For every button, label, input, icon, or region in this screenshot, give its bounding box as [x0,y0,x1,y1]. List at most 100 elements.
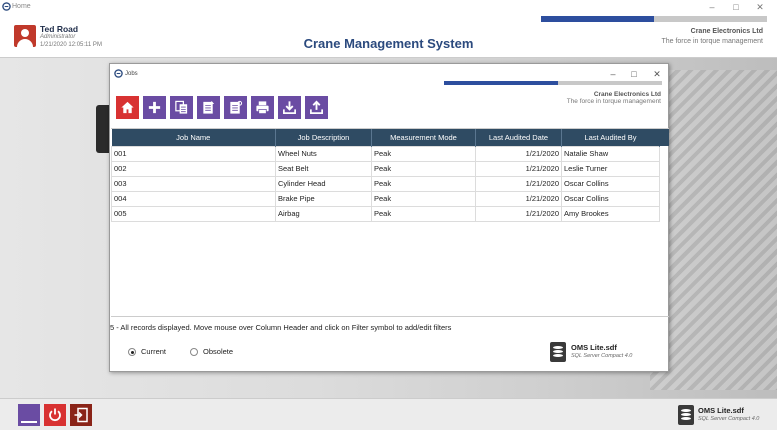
dialog-bar-blue [444,81,558,85]
minimize-app-button[interactable] [18,404,40,426]
status-message: 5 - All records displayed. Move mouse ov… [110,323,452,332]
maximize-button[interactable]: □ [728,0,744,14]
view-job-button[interactable] [224,96,247,119]
column-header-last-audited-date[interactable]: Last Audited Date [475,129,562,146]
app-footer: OMS Lite.sdf SQL Server Compact 4.0 [0,398,777,430]
main-titlebar: Home – □ ✕ [0,0,777,14]
database-icon [550,342,566,362]
minimize-button[interactable]: – [704,0,720,14]
cell-job-description: Airbag [275,205,372,222]
window-title: Home [12,3,31,10]
cell-job-name: 005 [111,205,276,222]
table-row[interactable]: 005 Airbag Peak 1/21/2020 Amy Brookes [111,205,660,222]
cell-measurement-mode: Peak [371,190,476,207]
import-button[interactable] [278,96,301,119]
jobs-dialog: Jobs – □ ✕ Crane Electronics Ltd The for… [109,63,669,372]
current-radio-dot[interactable] [128,347,136,356]
dialog-title: Jobs [125,71,138,77]
logout-button[interactable] [70,404,92,426]
import-icon [283,101,296,114]
side-panel-tab[interactable] [96,105,110,153]
cell-measurement-mode: Peak [371,160,476,177]
edit-job-button[interactable] [197,96,220,119]
dialog-company-name: Crane Electronics Ltd [593,91,661,98]
edit-icon [203,100,215,114]
column-header-measurement-mode[interactable]: Measurement Mode [371,129,476,146]
cell-job-description: Wheel Nuts [275,145,372,162]
cell-job-name: 002 [111,160,276,177]
home-icon [121,101,134,114]
company-tagline: The force in torque management [661,38,763,45]
cell-job-description: Cylinder Head [275,175,372,192]
column-header-last-audited-by[interactable]: Last Audited By [561,129,660,146]
column-header-job-description[interactable]: Job Description [275,129,372,146]
cell-last-audited-date: 1/21/2020 [475,145,562,162]
table-header-filler [659,129,669,146]
add-job-button[interactable] [143,96,166,119]
background-decoration [650,70,777,390]
cell-last-audited-date: 1/21/2020 [475,175,562,192]
current-radio-label: Current [141,347,167,356]
dialog-bar-gray [558,81,662,85]
user-name: Ted Road [40,24,79,34]
cell-job-name: 004 [111,190,276,207]
table-row[interactable]: 004 Brake Pipe Peak 1/21/2020 Oscar Coll… [111,190,660,207]
dialog-db-engine: SQL Server Compact 4.0 [571,353,633,359]
cell-measurement-mode: Peak [371,175,476,192]
footer-db-engine: SQL Server Compact 4.0 [698,416,760,422]
view-icon [230,100,243,114]
obsolete-radio[interactable]: Obsolete [190,347,233,356]
record-filter-radios: Current Obsolete [128,347,233,356]
dialog-minimize-button[interactable]: – [604,67,622,81]
obsolete-radio-dot[interactable] [190,347,199,356]
print-icon [256,101,269,114]
dialog-company-tagline: The force in torque management [566,98,661,105]
footer-db-name: OMS Lite.sdf [698,406,744,415]
dialog-logo-icon [114,69,123,78]
footer-database-icon [678,405,694,425]
cell-last-audited-date: 1/21/2020 [475,205,562,222]
app-title: Crane Management System [303,36,474,51]
print-button[interactable] [251,96,274,119]
jobs-table: Job Name Job Description Measurement Mod… [111,128,669,317]
export-icon [310,100,323,114]
cell-job-description: Brake Pipe [275,190,372,207]
cell-last-audited-by: Amy Brookes [561,205,660,222]
company-name: Crane Electronics Ltd [690,28,763,35]
app-logo-icon [2,2,11,11]
cell-last-audited-by: Oscar Collins [561,175,660,192]
add-icon [148,101,161,114]
column-header-job-name[interactable]: Job Name [111,129,276,146]
export-button[interactable] [305,96,328,119]
logout-icon [74,407,88,423]
current-radio[interactable]: Current [128,347,166,356]
table-row[interactable]: 001 Wheel Nuts Peak 1/21/2020 Natalie Sh… [111,145,660,162]
power-icon [49,408,61,422]
obsolete-radio-label: Obsolete [203,347,234,356]
close-button[interactable]: ✕ [752,0,768,14]
dialog-db-name: OMS Lite.sdf [571,343,617,352]
cell-last-audited-by: Natalie Shaw [561,145,660,162]
brand-bar-blue [541,16,654,22]
cell-measurement-mode: Peak [371,145,476,162]
table-header-row: Job Name Job Description Measurement Mod… [111,129,660,146]
table-row[interactable]: 003 Cylinder Head Peak 1/21/2020 Oscar C… [111,175,660,192]
home-button[interactable] [116,96,139,119]
cell-job-name: 003 [111,175,276,192]
cell-job-name: 001 [111,145,276,162]
cell-last-audited-by: Leslie Turner [561,160,660,177]
copy-icon [175,100,188,114]
table-row[interactable]: 002 Seat Belt Peak 1/21/2020 Leslie Turn… [111,160,660,177]
copy-job-button[interactable] [170,96,193,119]
jobs-toolbar [116,96,328,120]
cell-job-description: Seat Belt [275,160,372,177]
cell-last-audited-by: Oscar Collins [561,190,660,207]
cell-last-audited-date: 1/21/2020 [475,160,562,177]
brand-bar-gray [654,16,767,22]
dialog-close-button[interactable]: ✕ [648,67,666,81]
app-header: Ted Road Administrator 1/21/2020 12:05:1… [0,14,777,58]
cell-measurement-mode: Peak [371,205,476,222]
power-button[interactable] [44,404,66,426]
dialog-maximize-button[interactable]: □ [625,67,643,81]
cell-last-audited-date: 1/21/2020 [475,190,562,207]
